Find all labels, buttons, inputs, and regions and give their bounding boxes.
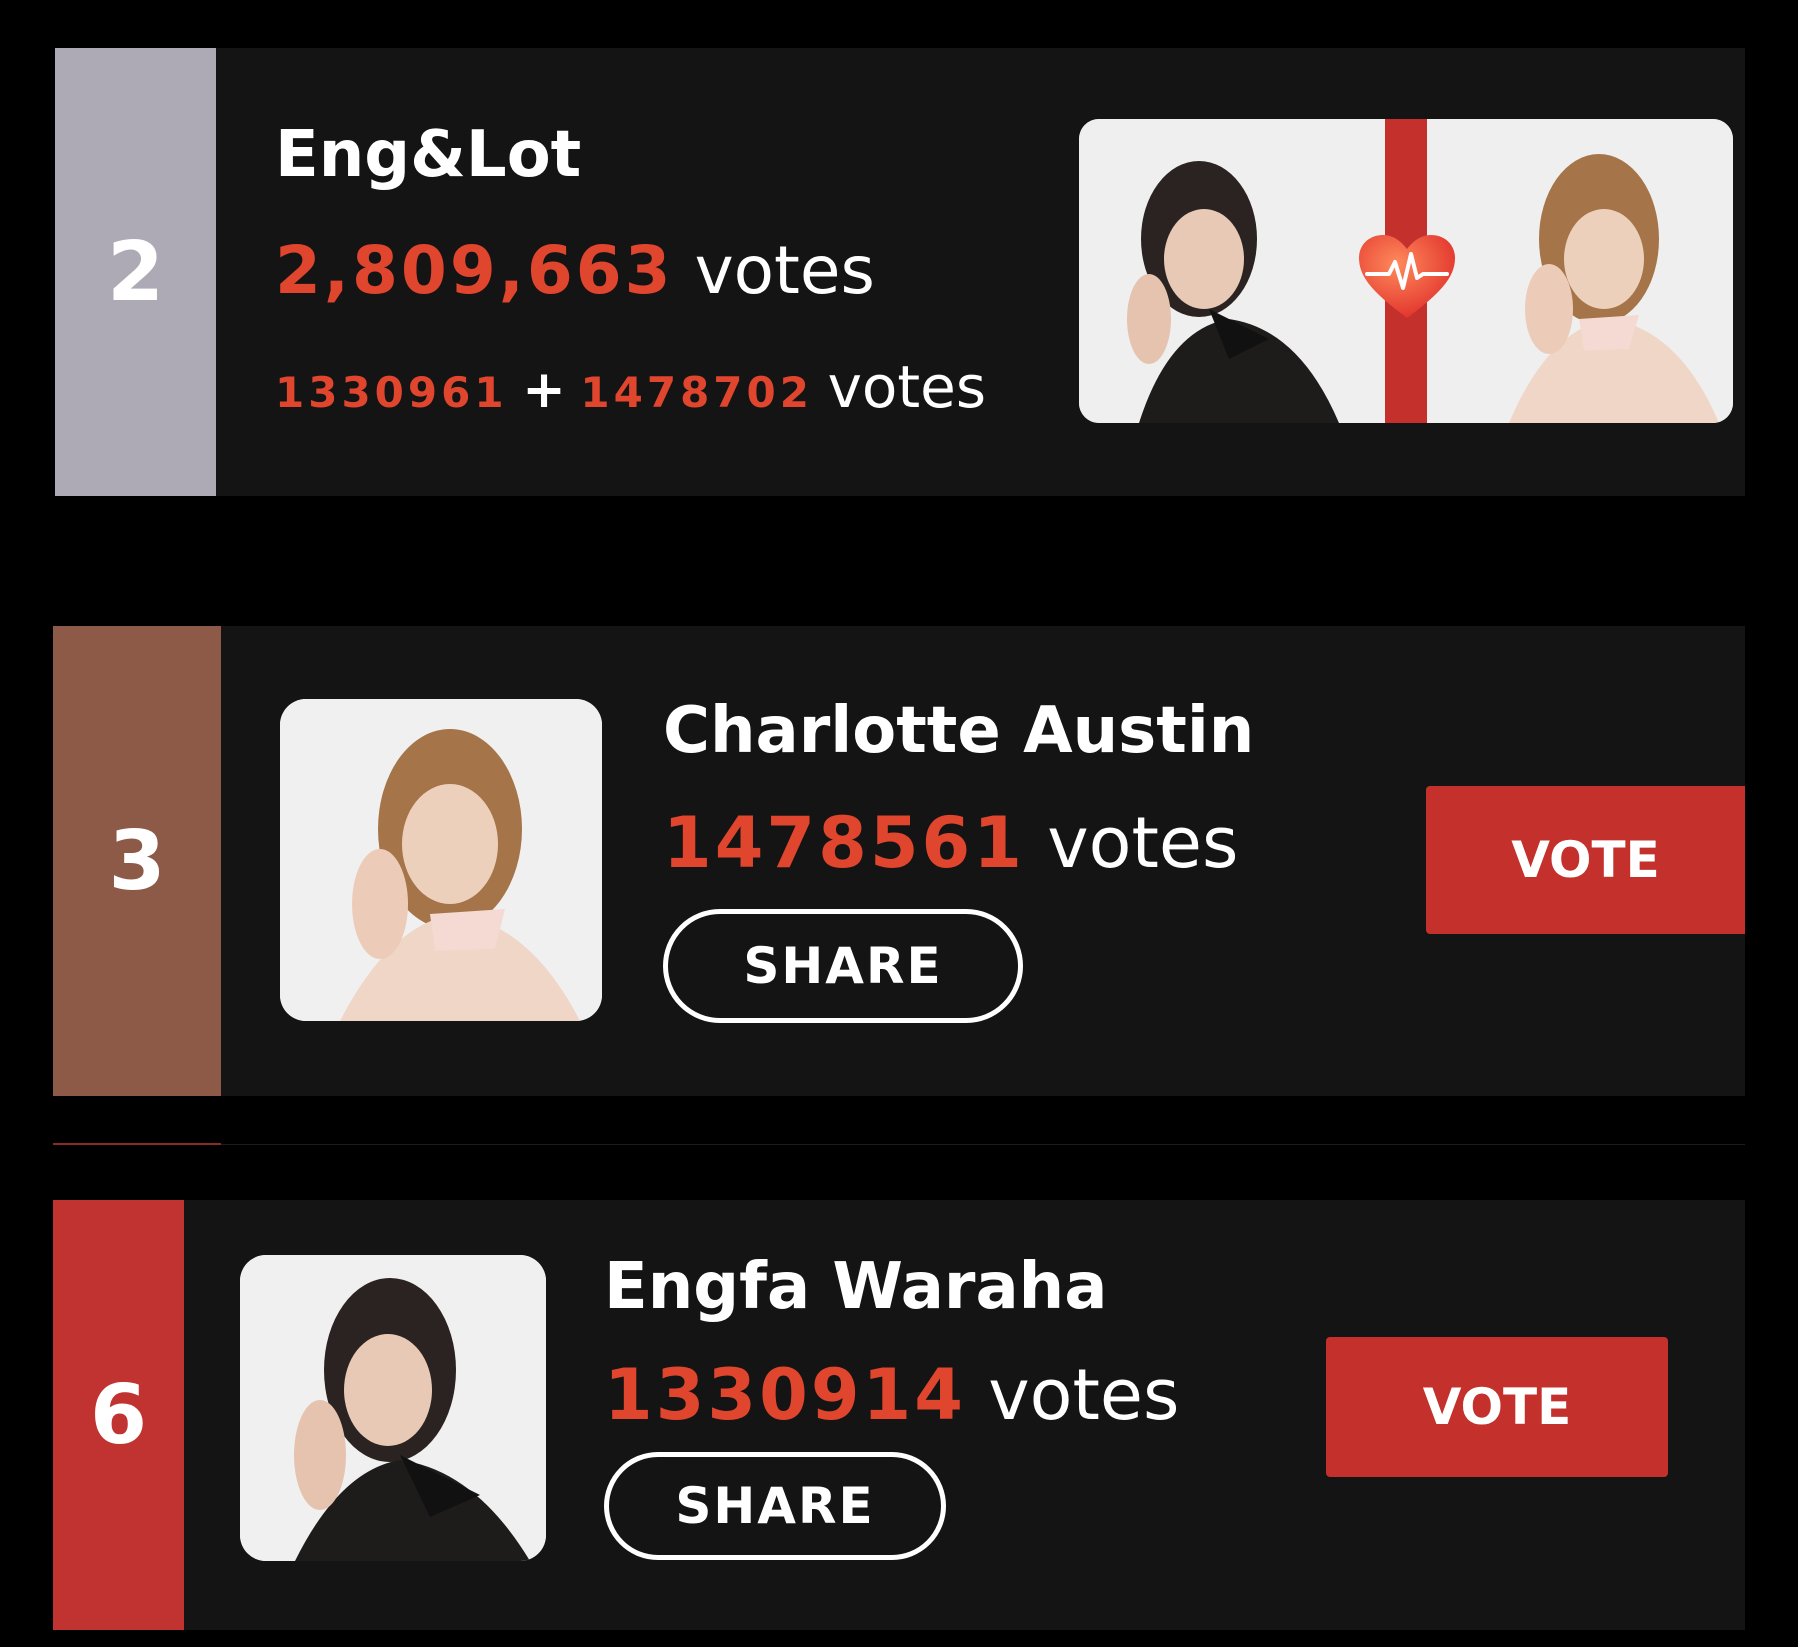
rank-badge: 2 xyxy=(55,48,216,496)
avatar xyxy=(240,1255,546,1561)
vote-count-number: 1478561 xyxy=(663,802,1025,884)
divider xyxy=(53,1144,1745,1145)
vote-count: 1478561 votes xyxy=(663,808,1238,878)
vote-count-number: 2,809,663 xyxy=(275,232,674,309)
ranking-card-englot: 2 Eng&Lot 2,809,663 votes 1330961 + 1478… xyxy=(55,48,1745,496)
rank-badge: 6 xyxy=(53,1200,184,1630)
vote-count-label: votes xyxy=(988,1354,1180,1436)
ranking-card-engfa: 6 Engfa Waraha 1330914 votes SHARE VOTE xyxy=(53,1200,1745,1630)
vote-count: 1330914 votes xyxy=(604,1360,1179,1430)
entry-name: Eng&Lot xyxy=(275,118,582,192)
vote-count-number: 1330914 xyxy=(604,1354,966,1436)
vote-breakdown: 1330961 + 1478702 votes xyxy=(275,358,986,416)
avatar xyxy=(280,699,602,1021)
entry-name: Engfa Waraha xyxy=(604,1250,1108,1324)
divider-accent xyxy=(53,1143,221,1145)
rank-badge: 3 xyxy=(53,626,221,1096)
vote-breakdown-label: votes xyxy=(827,353,987,421)
plus-sign: + xyxy=(522,360,566,420)
vote-count-label: votes xyxy=(694,232,875,309)
vote-button[interactable]: VOTE xyxy=(1326,1337,1668,1477)
vote-count: 2,809,663 votes xyxy=(275,238,875,304)
vote-count-label: votes xyxy=(1047,802,1239,884)
ranking-card-charlotte: 3 Charlotte Austin 1478561 votes SHARE V… xyxy=(53,626,1745,1096)
vote-breakdown-a: 1330961 xyxy=(275,368,508,417)
share-button[interactable]: SHARE xyxy=(663,909,1023,1023)
rank-number: 6 xyxy=(89,1367,148,1463)
rank-number: 2 xyxy=(106,224,165,320)
rank-number: 3 xyxy=(108,813,166,909)
vote-breakdown-b: 1478702 xyxy=(580,368,813,417)
share-button[interactable]: SHARE xyxy=(604,1452,946,1560)
entry-name: Charlotte Austin xyxy=(663,694,1255,768)
heart-pulse-icon xyxy=(1355,232,1459,322)
vote-button[interactable]: VOTE xyxy=(1426,786,1745,934)
